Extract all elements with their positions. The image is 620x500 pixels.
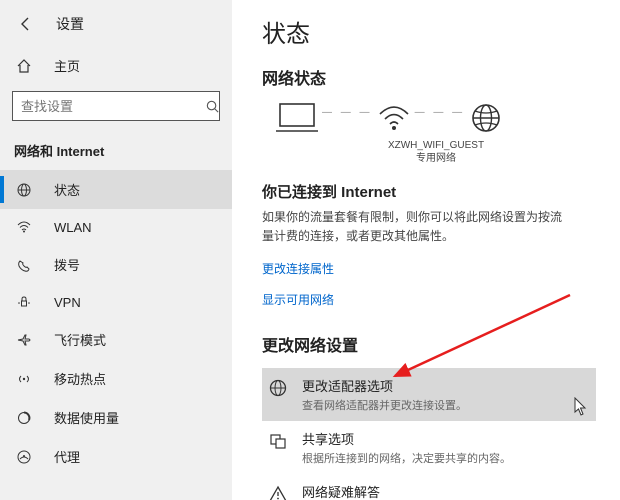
- nav-label: 状态: [54, 180, 80, 199]
- nav-label: 飞行模式: [54, 330, 106, 349]
- sidebar: 设置 主页 网络和 Internet 状态 WLAN 拨号 VPN 飞行模式 移…: [0, 0, 232, 500]
- home-label: 主页: [54, 56, 80, 75]
- home-icon: [14, 58, 34, 74]
- search-input[interactable]: [13, 99, 205, 114]
- connected-heading: 你已连接到 Internet: [262, 181, 596, 202]
- nav-label: 代理: [54, 447, 80, 466]
- search-icon: [205, 99, 220, 114]
- option-title: 网络疑难解答: [302, 482, 412, 500]
- change-settings-heading: 更改网络设置: [262, 332, 596, 356]
- nav-label: 移动热点: [54, 369, 106, 388]
- nav-data-usage[interactable]: 数据使用量: [0, 398, 232, 437]
- data-usage-icon: [14, 410, 34, 426]
- main-content: 状态 网络状态 — — — — — — XZWH_WIFI_GUEST 专用网络…: [232, 0, 620, 500]
- vpn-icon: [14, 294, 34, 310]
- back-button[interactable]: [14, 12, 38, 36]
- network-diagram: — — — — — —: [276, 101, 596, 135]
- nav-label: 拨号: [54, 255, 80, 274]
- wifi-diagram-icon: [377, 103, 411, 133]
- nav-hotspot[interactable]: 移动热点: [0, 359, 232, 398]
- nav-label: VPN: [54, 295, 81, 310]
- page-title: 状态: [262, 14, 596, 49]
- nav-proxy[interactable]: 代理: [0, 437, 232, 476]
- dialup-icon: [14, 257, 34, 273]
- troubleshoot-row[interactable]: 网络疑难解答 诊断并解决网络问题。: [262, 474, 596, 500]
- troubleshoot-icon: [264, 484, 292, 500]
- globe-diagram-icon: [469, 101, 503, 135]
- nav-label: 数据使用量: [54, 408, 119, 427]
- nav-status[interactable]: 状态: [0, 170, 232, 209]
- sharing-options-row[interactable]: 共享选项 根据所连接到的网络，决定要共享的内容。: [262, 421, 596, 474]
- connection-line: — — —: [322, 107, 373, 118]
- window-title: 设置: [56, 14, 84, 34]
- option-title: 更改适配器选项: [302, 376, 467, 395]
- airplane-icon: [14, 332, 34, 348]
- category-header: 网络和 Internet: [0, 133, 232, 170]
- search-box[interactable]: [12, 91, 220, 121]
- network-status-heading: 网络状态: [262, 65, 596, 89]
- wifi-icon: [14, 219, 34, 235]
- globe-icon: [14, 182, 34, 198]
- option-desc: 根据所连接到的网络，决定要共享的内容。: [302, 450, 511, 466]
- proxy-icon: [14, 449, 34, 465]
- option-title: 共享选项: [302, 429, 511, 448]
- sharing-icon: [264, 431, 292, 451]
- hotspot-icon: [14, 371, 34, 387]
- connected-desc: 如果你的流量套餐有限制，则你可以将此网络设置为按流量计费的连接，或者更改其他属性…: [262, 208, 572, 246]
- adapter-icon: [264, 378, 292, 398]
- nav-vpn[interactable]: VPN: [0, 284, 232, 320]
- change-connection-props-link[interactable]: 更改连接属性: [262, 260, 596, 277]
- nav-dialup[interactable]: 拨号: [0, 245, 232, 284]
- connection-line: — — —: [415, 107, 466, 118]
- adapter-options-row[interactable]: 更改适配器选项 查看网络适配器并更改连接设置。: [262, 368, 596, 421]
- show-available-networks-link[interactable]: 显示可用网络: [262, 291, 596, 308]
- nav-wlan[interactable]: WLAN: [0, 209, 232, 245]
- connection-name: XZWH_WIFI_GUEST 专用网络: [276, 139, 596, 165]
- option-desc: 查看网络适配器并更改连接设置。: [302, 397, 467, 413]
- nav-airplane[interactable]: 飞行模式: [0, 320, 232, 359]
- nav-label: WLAN: [54, 220, 92, 235]
- home-link[interactable]: 主页: [0, 50, 232, 81]
- pc-icon: [276, 101, 318, 135]
